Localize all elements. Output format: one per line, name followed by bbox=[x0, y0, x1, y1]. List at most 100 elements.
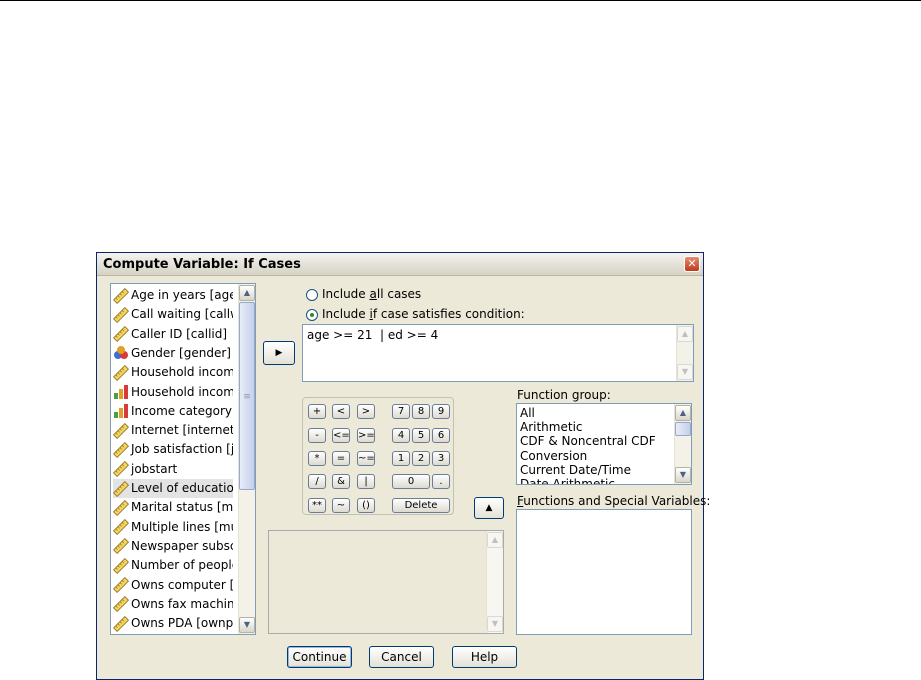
variable-label: Internet [internet] bbox=[131, 423, 233, 438]
function-group-scrollbar[interactable]: ▲ ▼ bbox=[674, 404, 691, 484]
function-group-scroll-thumb[interactable] bbox=[675, 422, 691, 436]
scroll-up-icon[interactable]: ▲ bbox=[239, 285, 255, 301]
scroll-down-icon[interactable]: ▼ bbox=[239, 617, 255, 633]
ordinal-bars-icon bbox=[113, 384, 129, 400]
help-button[interactable]: Help bbox=[452, 646, 517, 668]
variable-list-item[interactable]: Owns fax machine bbox=[113, 595, 233, 614]
digit-4-key[interactable]: 4 bbox=[392, 428, 410, 443]
function-group-scroll-up-icon[interactable]: ▲ bbox=[675, 405, 691, 421]
include-all-cases-label-b: ll cases bbox=[376, 287, 422, 301]
digit-7-key[interactable]: 7 bbox=[392, 404, 410, 419]
include-all-cases-radio[interactable] bbox=[306, 288, 318, 301]
description-scrollbar[interactable]: ▲ ▼ bbox=[486, 531, 503, 633]
cancel-button[interactable]: Cancel bbox=[369, 646, 434, 668]
include-all-cases-option[interactable]: Include all cases bbox=[306, 286, 421, 302]
not-equal-key[interactable]: ~= bbox=[357, 451, 375, 466]
variable-list-item[interactable]: Call waiting [callwa bbox=[113, 305, 233, 324]
functions-special-list[interactable] bbox=[516, 509, 692, 635]
variable-list-item[interactable]: Owns PDA [ownpd bbox=[113, 614, 233, 633]
top-rule bbox=[0, 0, 921, 1]
variable-list-item[interactable]: Level of education bbox=[113, 479, 233, 498]
digit-3-key[interactable]: 3 bbox=[432, 451, 450, 466]
description-scroll-down-icon[interactable]: ▼ bbox=[487, 616, 503, 632]
less-equal-key[interactable]: <= bbox=[332, 428, 350, 443]
variable-label: Number of people bbox=[131, 558, 233, 573]
scale-ruler-icon bbox=[113, 499, 129, 516]
condition-expression-box[interactable]: age >= 21 | ed >= 4 ▲ ▼ bbox=[302, 324, 694, 382]
variable-list[interactable]: Age in years [age] Call waiting [callwa Ca… bbox=[110, 283, 256, 635]
function-group-item[interactable]: CDF & Noncentral CDF bbox=[520, 434, 656, 448]
scale-ruler-icon bbox=[113, 441, 129, 458]
digit-8-key[interactable]: 8 bbox=[412, 404, 430, 419]
continue-button[interactable]: Continue bbox=[287, 646, 352, 668]
variable-list-item[interactable]: Household income bbox=[113, 383, 233, 402]
function-group-item[interactable]: Conversion bbox=[520, 449, 587, 463]
and-key[interactable]: & bbox=[332, 474, 350, 489]
greater-equal-key[interactable]: >= bbox=[357, 428, 375, 443]
variable-list-item[interactable]: Job satisfaction [jo bbox=[113, 440, 233, 459]
variable-label: Level of education bbox=[131, 481, 233, 495]
function-group-list[interactable]: All Arithmetic CDF & Noncentral CDF Convers… bbox=[516, 403, 692, 485]
variable-list-item[interactable]: Marital status [mari bbox=[113, 498, 233, 517]
decimal-key[interactable]: . bbox=[432, 474, 450, 489]
function-description-box: ▲ ▼ bbox=[268, 530, 504, 634]
include-if-case-label-b: f case satisfies condition: bbox=[372, 307, 525, 321]
digit-9-key[interactable]: 9 bbox=[432, 404, 450, 419]
or-key[interactable]: | bbox=[357, 474, 375, 489]
variable-label: Income category ir bbox=[131, 403, 233, 418]
condition-scroll-up-icon[interactable]: ▲ bbox=[677, 326, 693, 342]
variable-label: Owns fax machine bbox=[131, 596, 233, 611]
multiply-key[interactable]: * bbox=[308, 451, 326, 466]
power-key[interactable]: ** bbox=[308, 498, 326, 513]
condition-scrollbar[interactable]: ▲ ▼ bbox=[676, 325, 693, 381]
condition-expression-text[interactable]: age >= 21 | ed >= 4 bbox=[307, 328, 438, 342]
greater-than-key[interactable]: > bbox=[357, 404, 375, 419]
variable-list-item[interactable]: Multiple lines [mult bbox=[113, 518, 233, 537]
minus-key[interactable]: - bbox=[308, 428, 326, 443]
description-scroll-up-icon[interactable]: ▲ bbox=[487, 532, 503, 548]
move-variable-button[interactable]: ▶ bbox=[263, 341, 295, 365]
variable-list-item[interactable]: Internet [internet] bbox=[113, 421, 233, 440]
variable-list-item[interactable]: Newspaper subscr bbox=[113, 537, 233, 556]
variable-list-item[interactable]: Caller ID [callid] bbox=[113, 325, 233, 344]
scale-ruler-icon bbox=[113, 615, 129, 632]
not-key[interactable]: ~ bbox=[332, 498, 350, 513]
divide-key[interactable]: / bbox=[308, 474, 326, 489]
function-group-item[interactable]: Arithmetic bbox=[520, 420, 583, 434]
include-if-case-option[interactable]: Include if case satisfies condition: bbox=[306, 306, 525, 322]
digit-0-key[interactable]: 0 bbox=[392, 474, 430, 489]
function-group-scroll-down-icon[interactable]: ▼ bbox=[675, 467, 691, 483]
close-icon[interactable]: ✕ bbox=[684, 256, 700, 272]
variable-label: jobstart bbox=[131, 461, 178, 476]
digit-2-key[interactable]: 2 bbox=[412, 451, 430, 466]
variable-list-item[interactable]: jobstart bbox=[113, 460, 233, 479]
paste-function-button[interactable]: ▲ bbox=[474, 497, 504, 519]
include-if-case-label-a: Include bbox=[322, 307, 370, 321]
variable-label: Household income bbox=[131, 384, 233, 399]
less-than-key[interactable]: < bbox=[332, 404, 350, 419]
delete-button[interactable]: Delete bbox=[392, 498, 450, 513]
variable-list-item[interactable]: Income category ir bbox=[113, 402, 233, 421]
variable-list-scrollbar[interactable]: ▲ ≡ ▼ bbox=[238, 284, 255, 634]
variable-list-item[interactable]: Household income bbox=[113, 363, 233, 382]
variable-list-item[interactable]: Owns computer [o bbox=[113, 576, 233, 595]
variable-list-item[interactable]: Age in years [age] bbox=[113, 286, 233, 305]
equals-key[interactable]: = bbox=[332, 451, 350, 466]
variable-list-item[interactable]: Number of people bbox=[113, 556, 233, 575]
function-group-item[interactable]: Date Arithmetic bbox=[520, 477, 615, 484]
parentheses-key[interactable]: () bbox=[357, 498, 375, 513]
function-group-item[interactable]: All bbox=[520, 406, 535, 420]
digit-5-key[interactable]: 5 bbox=[412, 428, 430, 443]
scroll-thumb[interactable]: ≡ bbox=[239, 302, 255, 490]
scale-ruler-icon bbox=[113, 306, 129, 323]
variable-label: Caller ID [callid] bbox=[131, 326, 228, 341]
plus-key[interactable]: + bbox=[308, 404, 326, 419]
function-group-item[interactable]: Current Date/Time bbox=[520, 463, 631, 477]
digit-6-key[interactable]: 6 bbox=[432, 428, 450, 443]
include-if-case-radio[interactable] bbox=[306, 308, 318, 321]
variable-label: Owns PDA [ownpd bbox=[131, 616, 233, 631]
digit-1-key[interactable]: 1 bbox=[392, 451, 410, 466]
variable-list-item[interactable]: Gender [gender] bbox=[113, 344, 233, 363]
variable-label: Call waiting [callwa bbox=[131, 307, 233, 322]
condition-scroll-down-icon[interactable]: ▼ bbox=[677, 364, 693, 380]
